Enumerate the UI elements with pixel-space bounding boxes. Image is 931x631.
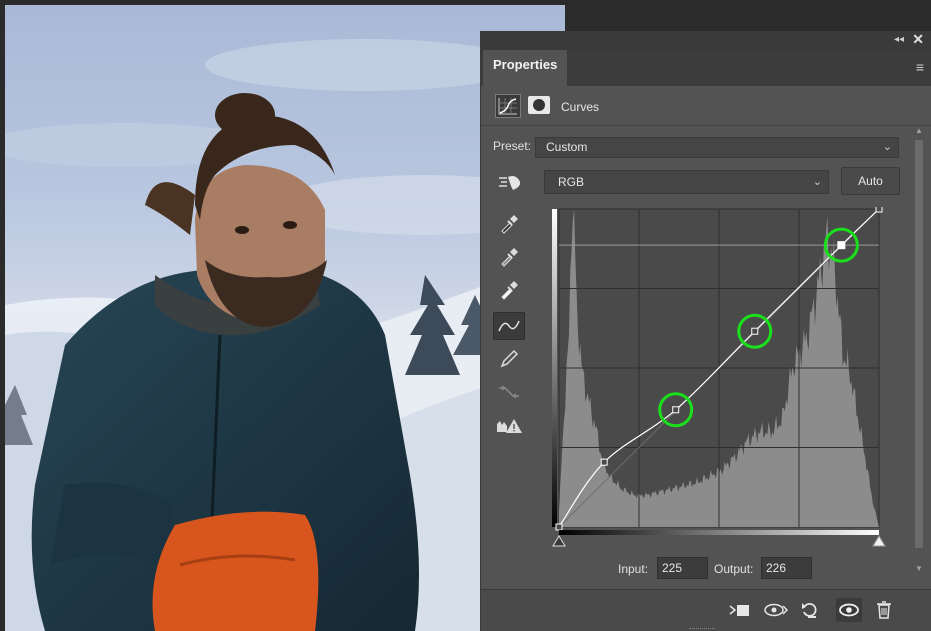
mask-icon[interactable] [528, 96, 550, 114]
channel-select[interactable]: RGB ⌄ [544, 170, 829, 194]
panel-scrollbar[interactable]: ▲ ▼ [913, 126, 925, 586]
trash-icon[interactable] [871, 598, 897, 622]
view-previous-state-icon[interactable] [763, 598, 789, 622]
draw-curve-pencil-icon[interactable] [493, 345, 525, 373]
chevron-down-icon: ⌄ [882, 141, 892, 153]
curve-point[interactable] [875, 205, 883, 213]
curve-point[interactable] [555, 523, 563, 531]
panel-tab-bar: Properties ≡ [481, 50, 931, 86]
chevron-down-icon: ⌄ [812, 176, 822, 188]
visibility-eye-icon[interactable] [836, 598, 862, 622]
edit-points-curve-icon[interactable] [493, 312, 525, 340]
panel-title-strip: ◂◂ ✕ [481, 31, 931, 50]
adjustment-title: Curves [561, 100, 600, 114]
channel-value: RGB [558, 175, 585, 189]
scroll-thumb[interactable] [915, 140, 923, 548]
black-point-eyedropper-icon[interactable] [493, 210, 525, 238]
curve-point[interactable] [672, 406, 680, 414]
curve-point[interactable] [751, 327, 759, 335]
input-label: Input: [618, 562, 649, 576]
output-label: Output: [714, 562, 754, 576]
scroll-down-icon[interactable]: ▼ [915, 564, 923, 573]
panel-footer [481, 589, 931, 631]
auto-button[interactable]: Auto [841, 167, 900, 195]
output-gradient-bar [552, 209, 557, 527]
preset-select[interactable]: Custom ⌄ [535, 137, 899, 158]
properties-panel: ◂◂ ✕ Properties ≡ Curves Preset: Custom … [480, 31, 931, 631]
curve-point-selected[interactable] [837, 241, 846, 250]
reset-icon[interactable] [797, 598, 823, 622]
smooth-curve-icon [493, 378, 525, 406]
output-field[interactable]: 226 [761, 557, 812, 579]
adjustment-header: Curves [481, 86, 931, 126]
input-gradient-bar [559, 530, 879, 535]
preset-label: Preset: [493, 139, 532, 153]
curves-graph[interactable] [552, 205, 892, 555]
scroll-up-icon[interactable]: ▲ [915, 126, 923, 135]
preset-value: Custom [546, 140, 588, 154]
close-icon[interactable]: ✕ [912, 31, 924, 48]
curve-point[interactable] [600, 458, 608, 466]
collapse-icon[interactable]: ◂◂ [894, 34, 904, 45]
white-point-slider[interactable] [872, 535, 886, 547]
curves-layer-icon[interactable] [495, 94, 521, 118]
white-point-eyedropper-icon[interactable] [493, 276, 525, 304]
panel-menu-icon[interactable]: ≡ [916, 59, 924, 75]
input-field[interactable]: 225 [657, 557, 708, 579]
tab-properties[interactable]: Properties [483, 50, 567, 86]
black-point-slider[interactable] [552, 535, 566, 547]
on-image-adjust-icon[interactable] [495, 172, 525, 197]
gray-point-eyedropper-icon[interactable] [493, 243, 525, 271]
clip-to-layer-icon[interactable] [727, 598, 753, 622]
clipping-warning-icon[interactable] [493, 412, 525, 440]
